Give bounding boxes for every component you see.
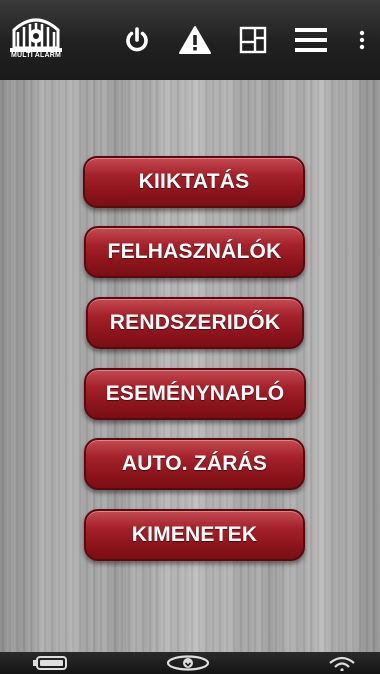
more-vert-icon[interactable] — [350, 22, 374, 58]
system-times-button[interactable]: RENDSZERIDŐK — [86, 297, 304, 349]
multi-alarm-logo: MULTI ALARM — [8, 12, 64, 64]
connection-icon — [165, 654, 211, 672]
event-log-button[interactable]: ESEMÉNYNAPLÓ — [84, 368, 306, 420]
logo-text: MULTI ALARM — [10, 52, 62, 59]
bottom-status-bar — [0, 652, 380, 674]
power-icon[interactable] — [119, 22, 155, 58]
warning-icon[interactable] — [177, 22, 213, 58]
top-toolbar: MULTI ALARM — [0, 0, 380, 81]
logo-emblem-icon — [10, 18, 62, 52]
hamburger-menu-icon[interactable] — [293, 22, 329, 58]
battery-icon — [30, 654, 70, 672]
outputs-button[interactable]: KIMENETEK — [84, 509, 305, 561]
floorplan-icon[interactable] — [235, 22, 271, 58]
users-button[interactable]: FELHASZNÁLÓK — [84, 226, 305, 278]
disable-button[interactable]: KIIKTATÁS — [83, 156, 305, 208]
auto-lock-button[interactable]: AUTO. ZÁRÁS — [84, 438, 305, 490]
wifi-icon — [326, 654, 358, 672]
